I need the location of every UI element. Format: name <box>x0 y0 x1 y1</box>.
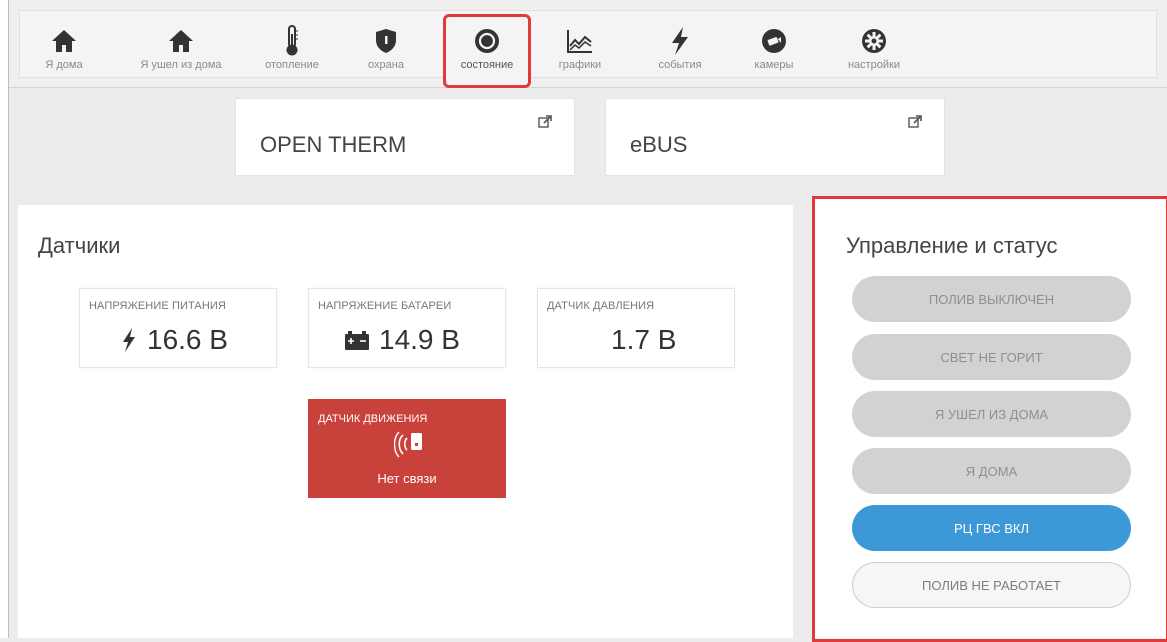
sensor-battery-voltage: НАПРЯЖЕНИЕ БАТАРЕИ 14.9 В <box>308 288 506 368</box>
nav-item-events[interactable]: события <box>648 14 712 80</box>
nav-label: графики <box>558 59 602 71</box>
window-left-border <box>0 0 9 638</box>
nav-label: камеры <box>754 59 794 71</box>
sensor-pressure: ДАТЧИК ДАВЛЕНИЯ 1.7 В <box>537 288 735 368</box>
home-icon <box>51 26 77 56</box>
nav-label: отопление <box>265 59 319 71</box>
ebus-title: eBUS <box>630 132 688 157</box>
thermometer-icon <box>283 25 301 56</box>
sensor-label: ДАТЧИК ДВИЖЕНИЯ <box>318 413 428 425</box>
sensors-title: Датчики <box>38 233 121 258</box>
nav-item-cameras[interactable]: камеры <box>742 14 806 80</box>
nav-label: события <box>658 59 702 71</box>
irrigation-off-button[interactable]: ПОЛИВ ВЫКЛЮЧЕН <box>852 276 1131 322</box>
dhw-circulation-button[interactable]: РЦ ГВС ВКЛ <box>852 505 1131 551</box>
nav-item-home[interactable]: Я дома <box>32 14 96 80</box>
lightning-icon <box>123 328 135 352</box>
external-link-icon[interactable] <box>908 115 922 134</box>
nav-item-charts[interactable]: графики <box>552 14 608 80</box>
gear-icon <box>861 26 887 56</box>
nav-item-heating[interactable]: отопление <box>258 14 326 80</box>
nav-label: состояние <box>460 59 514 71</box>
sensor-supply-voltage: НАПРЯЖЕНИЕ ПИТАНИЯ 16.6 В <box>79 288 277 368</box>
home-away-icon <box>168 26 194 56</box>
sensor-status: Нет связи <box>377 471 437 486</box>
nav-item-status[interactable]: состояние <box>446 14 528 80</box>
nav-label: Я ушел из дома <box>140 59 222 71</box>
control-title: Управление и статус <box>846 233 1058 258</box>
sensor-value: 14.9 В <box>379 324 460 355</box>
motion-sensor-icon <box>393 429 424 466</box>
status-circle-icon <box>474 26 500 56</box>
sensor-motion[interactable]: ДАТЧИК ДВИЖЕНИЯ Нет связи <box>308 399 506 498</box>
opentherm-card[interactable]: OPEN THERM <box>235 98 575 176</box>
light-off-button[interactable]: СВЕТ НЕ ГОРИТ <box>852 334 1131 380</box>
nav-item-settings[interactable]: настройки <box>836 14 912 80</box>
irrigation-not-working-button[interactable]: ПОЛИВ НЕ РАБОТАЕТ <box>852 562 1131 608</box>
camera-icon <box>761 26 787 56</box>
sensor-label: НАПРЯЖЕНИЕ БАТАРЕИ <box>318 300 452 312</box>
ebus-card[interactable]: eBUS <box>605 98 945 176</box>
sensor-value: 1.7 В <box>611 324 677 355</box>
shield-icon <box>375 26 397 56</box>
nav-item-security[interactable]: охрана <box>358 14 414 80</box>
away-mode-button[interactable]: Я УШЕЛ ИЗ ДОМА <box>852 391 1131 437</box>
home-mode-button[interactable]: Я ДОМА <box>852 448 1131 494</box>
nav-label: настройки <box>847 59 901 71</box>
nav-label: охрана <box>368 59 404 71</box>
sensor-value: 16.6 В <box>147 324 228 355</box>
lightning-icon <box>669 26 691 56</box>
opentherm-title: OPEN THERM <box>260 132 407 157</box>
nav-label: Я дома <box>45 59 83 71</box>
nav-item-away[interactable]: Я ушел из дома <box>126 14 236 80</box>
sensor-label: НАПРЯЖЕНИЕ ПИТАНИЯ <box>89 300 226 312</box>
sensor-label: ДАТЧИК ДАВЛЕНИЯ <box>547 300 655 312</box>
external-link-icon[interactable] <box>538 115 552 134</box>
chart-icon <box>567 26 593 56</box>
battery-icon <box>345 331 369 350</box>
